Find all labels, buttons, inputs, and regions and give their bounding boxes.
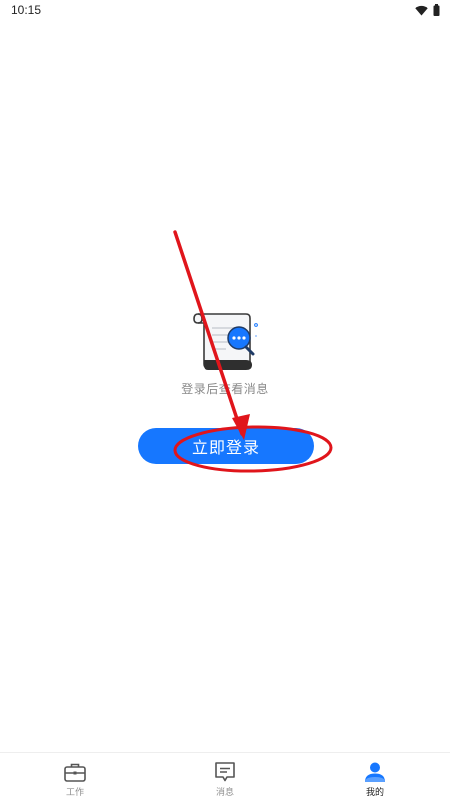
login-button[interactable]: 立即登录 xyxy=(138,428,314,464)
bottom-tab-bar: 工作 消息 我的 xyxy=(0,752,450,800)
annotation-overlay xyxy=(173,230,333,473)
tab-label: 消息 xyxy=(215,788,234,798)
tab-work[interactable]: 工作 xyxy=(0,753,150,800)
empty-message: 登录后查看消息 xyxy=(181,382,269,396)
status-bar: 10:15 xyxy=(0,0,450,22)
document-search-illustration xyxy=(193,313,258,370)
battery-icon xyxy=(433,4,440,16)
message-icon xyxy=(215,762,235,782)
tab-mine[interactable]: 我的 xyxy=(300,753,450,800)
app-screen: 10:15 登录后查看消息 立即登录 工作 消息 我的 xyxy=(0,0,450,800)
briefcase-icon xyxy=(64,763,86,782)
status-time: 10:15 xyxy=(11,3,42,17)
person-icon xyxy=(365,762,385,782)
tab-label: 我的 xyxy=(365,788,384,798)
tab-label: 工作 xyxy=(65,788,84,798)
wifi-icon xyxy=(415,5,428,15)
status-icons xyxy=(415,4,440,16)
tab-messages[interactable]: 消息 xyxy=(150,753,300,800)
